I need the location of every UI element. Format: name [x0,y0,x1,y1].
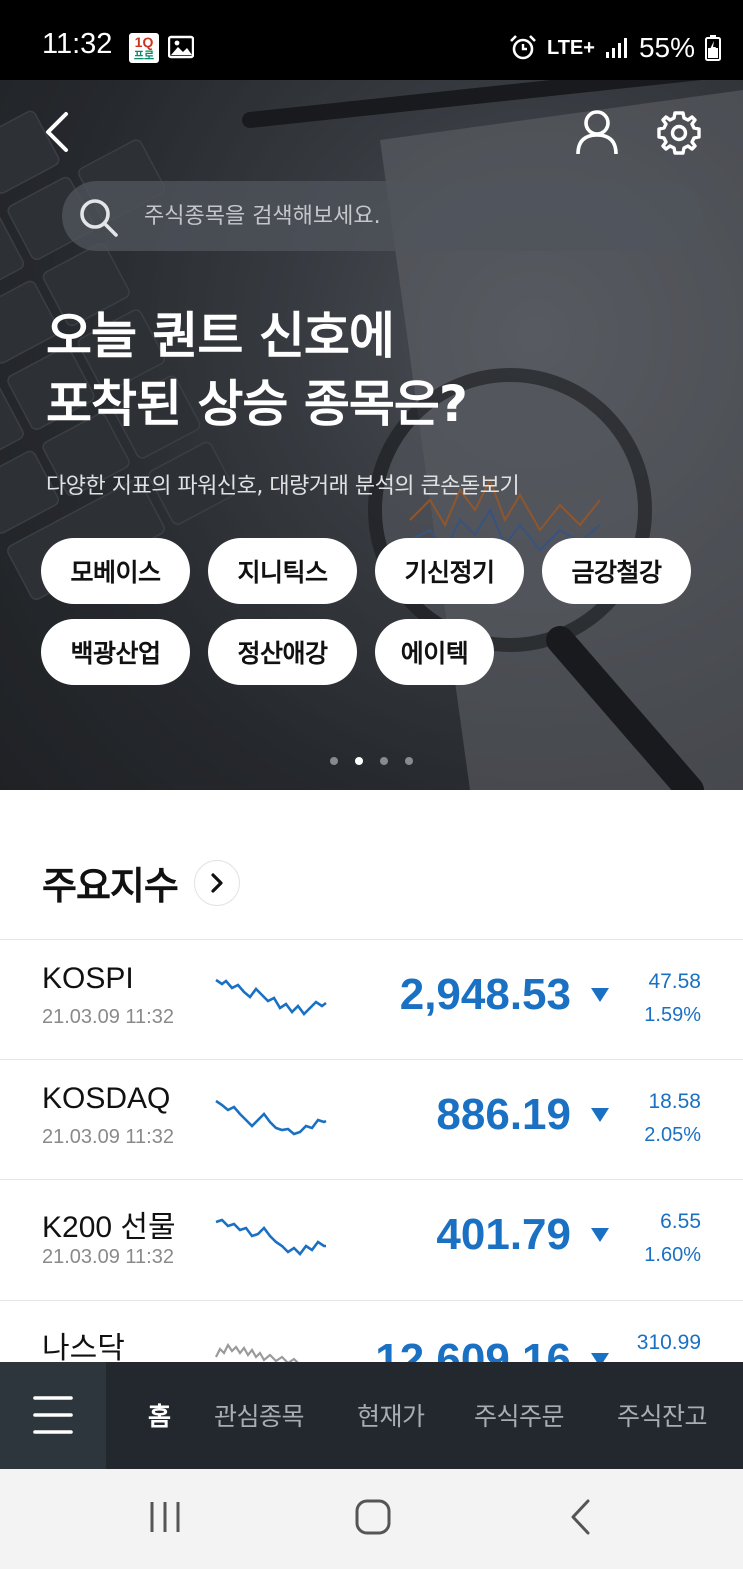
back-icon[interactable] [38,110,78,154]
alarm-icon [510,35,536,60]
signal-icon [605,38,627,58]
down-arrow-icon [591,1228,609,1242]
pager-dot[interactable] [330,757,338,765]
stock-chip[interactable]: 기신정기 [375,538,524,604]
index-percent: 2.05% [644,1124,701,1146]
status-indicators: LTE+ 55% [509,28,721,68]
search-input[interactable] [144,195,664,237]
index-name: KOSPI [42,962,134,995]
bottom-tab-bar: 홈 관심종목 현재가 주식주문 주식잔고 [0,1362,743,1469]
chevron-right-icon [211,872,223,893]
index-percent: 1.60% [644,1244,701,1266]
status-time: 11:32 [42,28,113,60]
tab-stock-balance[interactable]: 주식잔고 [617,1397,708,1433]
search-icon [80,199,118,237]
section-more-button[interactable] [193,859,240,906]
tab-watchlist[interactable]: 관심종목 [214,1397,305,1433]
index-name: K200 선물 [42,1211,176,1244]
hamburger-icon [33,1396,73,1434]
tab-stock-order[interactable]: 주식주문 [474,1397,565,1433]
pager-dot[interactable] [380,757,388,765]
hero-banner[interactable]: 오늘 퀀트 신호에 포착된 상승 종목은? 다양한 지표의 파워신호, 대량거래… [0,80,743,790]
index-sparkline [215,978,327,1016]
stock-chip[interactable]: 지니틱스 [208,538,357,604]
index-name: KOSDAQ [42,1082,171,1115]
index-row[interactable]: KOSPI 21.03.09 11:32 2,948.53 47.58 1.59… [0,940,743,1060]
battery-icon [705,35,721,61]
home-icon[interactable] [354,1498,392,1536]
status-bar: 11:32 1Q 프로 LTE+ 55% [0,0,743,80]
index-sparkline [215,1218,326,1256]
section-title: 주요지수 [42,864,179,908]
index-time: 21.03.09 11:32 [42,1246,174,1268]
index-sparkline [215,1099,327,1136]
index-time: 21.03.09 11:32 [42,1126,174,1148]
index-change: 18.58 [648,1090,701,1113]
index-row[interactable]: KOSDAQ 21.03.09 11:32 886.19 18.58 2.05% [0,1060,743,1180]
index-row[interactable]: K200 선물 21.03.09 11:32 401.79 6.55 1.60% [0,1180,743,1300]
tab-list: 홈 관심종목 현재가 주식주문 주식잔고 [106,1362,743,1469]
tab-current-price[interactable]: 현재가 [357,1397,425,1433]
index-value: 401.79 [436,1210,571,1259]
pager-dot[interactable] [405,757,413,765]
tab-home[interactable]: 홈 [148,1397,171,1433]
hero-title: 오늘 퀀트 신호에 포착된 상승 종목은? [46,307,468,433]
user-icon[interactable] [574,108,620,156]
hero-subtitle: 다양한 지표의 파워신호, 대량거래 분석의 큰손돋보기 [46,474,520,499]
index-value: 2,948.53 [399,970,571,1019]
index-change: 310.99 [636,1331,701,1354]
recent-apps-icon[interactable] [145,1499,185,1535]
index-value: 886.19 [436,1090,571,1139]
index-percent: 1.59% [644,1004,701,1026]
stock-chip[interactable]: 에이텍 [375,619,494,685]
indices-section-header: 주요지수 [42,855,240,910]
down-arrow-icon [591,1108,609,1122]
system-navigation-bar [0,1469,743,1569]
search-bar[interactable] [62,181,702,251]
app-badge-icon: 1Q 프로 [129,33,159,63]
stock-chip[interactable]: 모베이스 [41,538,190,604]
down-arrow-icon [591,988,609,1002]
stock-chip[interactable]: 금강철강 [542,538,691,604]
gear-icon[interactable] [654,108,704,158]
battery-percent: 55% [638,32,695,63]
index-change: 6.55 [660,1210,701,1233]
pager-dot-active[interactable] [355,757,363,765]
index-name: 나스닥 [42,1332,125,1365]
stock-chip[interactable]: 정산애강 [208,619,357,685]
banner-pager[interactable] [330,757,413,765]
network-label: LTE+ [546,37,595,59]
index-time: 21.03.09 11:32 [42,1006,174,1028]
stock-chip[interactable]: 백광산업 [41,619,190,685]
menu-button[interactable] [0,1362,106,1469]
index-change: 47.58 [648,970,701,993]
back-nav-icon[interactable] [566,1498,596,1536]
gallery-icon [168,35,194,59]
